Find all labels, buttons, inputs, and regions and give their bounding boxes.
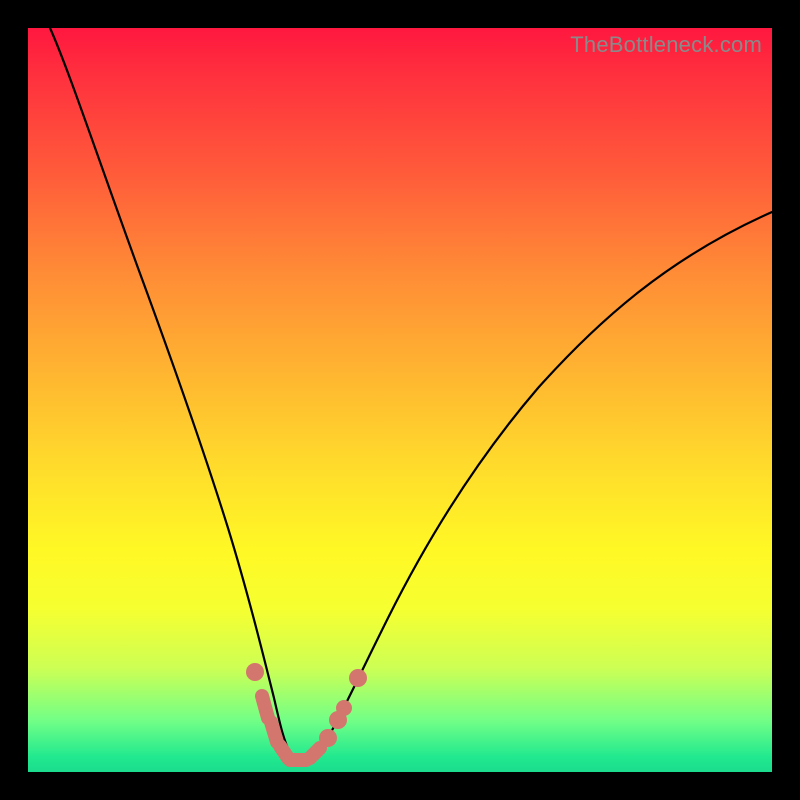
marker-dot bbox=[336, 700, 352, 716]
plot-area: TheBottleneck.com bbox=[28, 28, 772, 772]
marker-tick bbox=[262, 696, 268, 718]
marker-dot bbox=[349, 669, 367, 687]
bottleneck-curve bbox=[50, 28, 772, 760]
chart-svg bbox=[28, 28, 772, 772]
marker-tick bbox=[310, 748, 320, 758]
chart-frame: TheBottleneck.com bbox=[0, 0, 800, 800]
marker-tick bbox=[271, 722, 277, 742]
marker-dot bbox=[319, 729, 337, 747]
trough-markers bbox=[246, 663, 367, 760]
marker-dot bbox=[246, 663, 264, 681]
